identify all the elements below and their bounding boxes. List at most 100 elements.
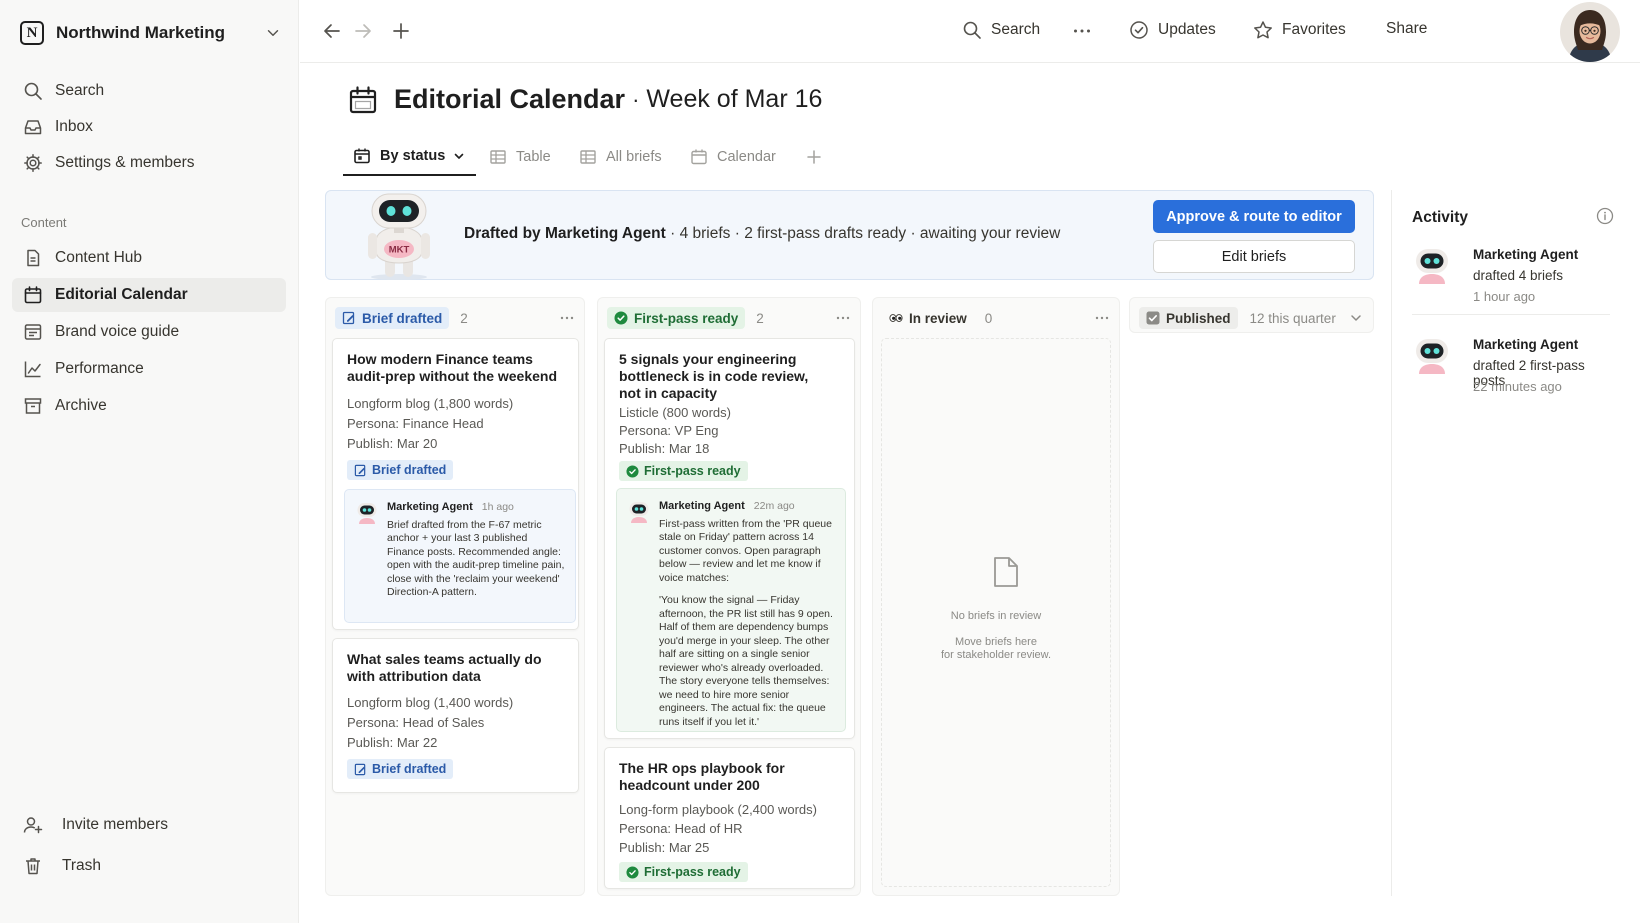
empty-title: No briefs in review <box>950 610 1042 622</box>
sidebar-item-search[interactable]: Search <box>12 74 286 108</box>
updates-button[interactable]: Updates <box>1129 20 1216 40</box>
card-title: 5 signals your engineering bottleneck is… <box>619 351 809 401</box>
card-persona: Persona: Head of Sales <box>347 715 485 730</box>
card-format: Longform blog (1,800 words) <box>347 396 514 411</box>
sidebar-item-invite-members[interactable]: Invite members <box>12 808 286 842</box>
plus-icon[interactable] <box>391 21 411 41</box>
sidebar-item-label: Invite members <box>62 816 168 833</box>
more-horizontal-icon[interactable] <box>1094 310 1110 326</box>
column-brief-drafted: Brief drafted 2 How modern Finance teams… <box>325 297 585 896</box>
gear-icon <box>24 154 42 172</box>
search-icon <box>24 82 42 100</box>
sidebar-item-inbox[interactable]: Inbox <box>12 110 286 144</box>
status-pill-label: Published <box>1166 310 1231 326</box>
column-first-pass-ready: First-pass ready 2 5 signals your engine… <box>597 297 861 896</box>
activity-author: Marketing Agent <box>1473 337 1579 352</box>
more-horizontal-icon[interactable] <box>835 310 851 326</box>
view-tabs: By status Table All briefs Calendar <box>343 138 1640 176</box>
card-title: How modern Finance teams audit-prep with… <box>347 351 558 384</box>
tab-all-briefs[interactable]: All briefs <box>579 138 662 176</box>
add-user-icon <box>23 817 43 834</box>
status-tag: Brief drafted <box>347 460 454 480</box>
sidebar-item-editorial-calendar[interactable]: Editorial Calendar <box>12 278 286 312</box>
card-format: Long-form playbook (2,400 words) <box>619 802 817 817</box>
brief-card[interactable]: The HR ops playbook for headcount under … <box>604 747 855 889</box>
back-arrow-icon[interactable] <box>322 21 342 41</box>
brief-card[interactable]: 5 signals your engineering bottleneck is… <box>604 338 855 739</box>
status-pill[interactable]: In review <box>882 307 974 329</box>
sidebar-item-content-hub[interactable]: Content Hub <box>12 241 286 275</box>
sidebar-item-label: Trash <box>62 857 102 874</box>
search-button[interactable]: Search <box>962 20 1040 40</box>
check-circle-icon <box>1130 21 1148 39</box>
column-in-review: In review 0 No briefs in review Move bri… <box>872 297 1120 896</box>
status-tag: First-pass ready <box>619 862 748 882</box>
tab-table[interactable]: Table <box>489 138 551 176</box>
empty-dropzone[interactable]: No briefs in review Move briefs here for… <box>881 338 1111 887</box>
updates-button-label: Updates <box>1158 21 1216 38</box>
share-button[interactable]: Share <box>1386 20 1427 38</box>
column-count: 2 <box>756 310 764 326</box>
status-tag: First-pass ready <box>619 461 748 481</box>
add-view-button[interactable] <box>805 138 832 176</box>
card-publish-date: Publish: Mar 25 <box>619 840 710 855</box>
tab-by-status[interactable]: By status <box>343 138 477 176</box>
status-tag-label: First-pass ready <box>644 865 741 879</box>
brief-card[interactable]: What sales teams actually do with attrib… <box>332 638 579 793</box>
chevron-down-icon[interactable] <box>1348 310 1364 326</box>
document-icon <box>27 249 40 267</box>
sidebar-item-trash[interactable]: Trash <box>12 849 286 883</box>
activity-item[interactable]: Marketing Agent drafted 4 briefs 1 hour … <box>1412 244 1617 324</box>
page-title-row: Editorial Calendar · Week of Mar 16 <box>348 84 822 115</box>
sidebar-item-archive[interactable]: Archive <box>12 389 286 423</box>
sidebar-item-label: Editorial Calendar <box>55 286 188 303</box>
edit-briefs-button[interactable]: Edit briefs <box>1153 240 1355 273</box>
share-button-label: Share <box>1386 20 1428 37</box>
more-horizontal-icon[interactable] <box>1072 21 1092 41</box>
agent-note: Marketing Agent 22m ago First-pass writte… <box>616 488 846 732</box>
checkbox-checked-icon <box>1146 311 1160 325</box>
card-publish-date: Publish: Mar 18 <box>619 441 710 456</box>
sidebar-item-settings[interactable]: Settings & members <box>12 146 286 180</box>
sidebar-item-label: Inbox <box>55 118 93 135</box>
tab-calendar[interactable]: Calendar <box>690 138 776 176</box>
search-icon <box>963 21 981 39</box>
robot-agent-icon: MKT <box>368 193 430 280</box>
user-avatar[interactable] <box>1560 2 1620 62</box>
status-pill[interactable]: Published <box>1139 307 1238 329</box>
status-tag: Brief drafted <box>347 759 454 779</box>
brief-card[interactable]: How modern Finance teams audit-prep with… <box>332 338 579 630</box>
column-header: In review 0 <box>882 306 1110 330</box>
status-tag-label: Brief drafted <box>372 463 447 477</box>
status-pill[interactable]: First-pass ready <box>607 307 746 329</box>
forward-arrow-icon[interactable] <box>353 21 373 41</box>
pencil-note-icon <box>354 763 366 775</box>
page-subtitle: Week of Mar 16 <box>646 85 823 113</box>
sidebar-item-brand-voice-guide[interactable]: Brand voice guide <box>12 315 286 349</box>
note-quote: 'You know the signal — Friday afternoon,… <box>659 594 833 728</box>
check-circle-filled-icon <box>626 464 639 478</box>
workspace-switcher[interactable]: N Northwind Marketing <box>20 18 282 48</box>
note-time: 22m ago <box>753 500 795 512</box>
board-calendar-icon <box>354 148 370 164</box>
card-format: Longform blog (1,400 words) <box>347 695 514 710</box>
favorites-button[interactable]: Favorites <box>1253 20 1346 40</box>
more-horizontal-icon[interactable] <box>559 310 575 326</box>
approve-route-button[interactable]: Approve & route to editor <box>1153 200 1355 233</box>
info-icon[interactable] <box>1596 207 1614 225</box>
agent-banner: MKT Drafted by Marketing Agent · 4 brief… <box>325 190 1374 280</box>
workspace-logo-icon: N <box>20 21 44 45</box>
activity-item[interactable]: Marketing Agent drafted 2 first-pass pos… <box>1412 334 1617 414</box>
sidebar-item-performance[interactable]: Performance <box>12 352 286 386</box>
activity-author: Marketing Agent <box>1473 247 1579 262</box>
chevron-down-icon[interactable] <box>264 24 282 42</box>
column-published[interactable]: Published 12 this quarter <box>1129 297 1374 333</box>
favorites-button-label: Favorites <box>1282 21 1346 38</box>
tab-label: Table <box>516 149 551 165</box>
banner-lead: Drafted by Marketing Agent <box>464 225 666 242</box>
workspace-name: Northwind Marketing <box>56 23 226 42</box>
page-title: Editorial Calendar <box>394 84 626 114</box>
column-header: Published 12 this quarter <box>1139 306 1364 330</box>
plus-icon <box>807 150 821 164</box>
status-pill[interactable]: Brief drafted <box>335 307 450 329</box>
